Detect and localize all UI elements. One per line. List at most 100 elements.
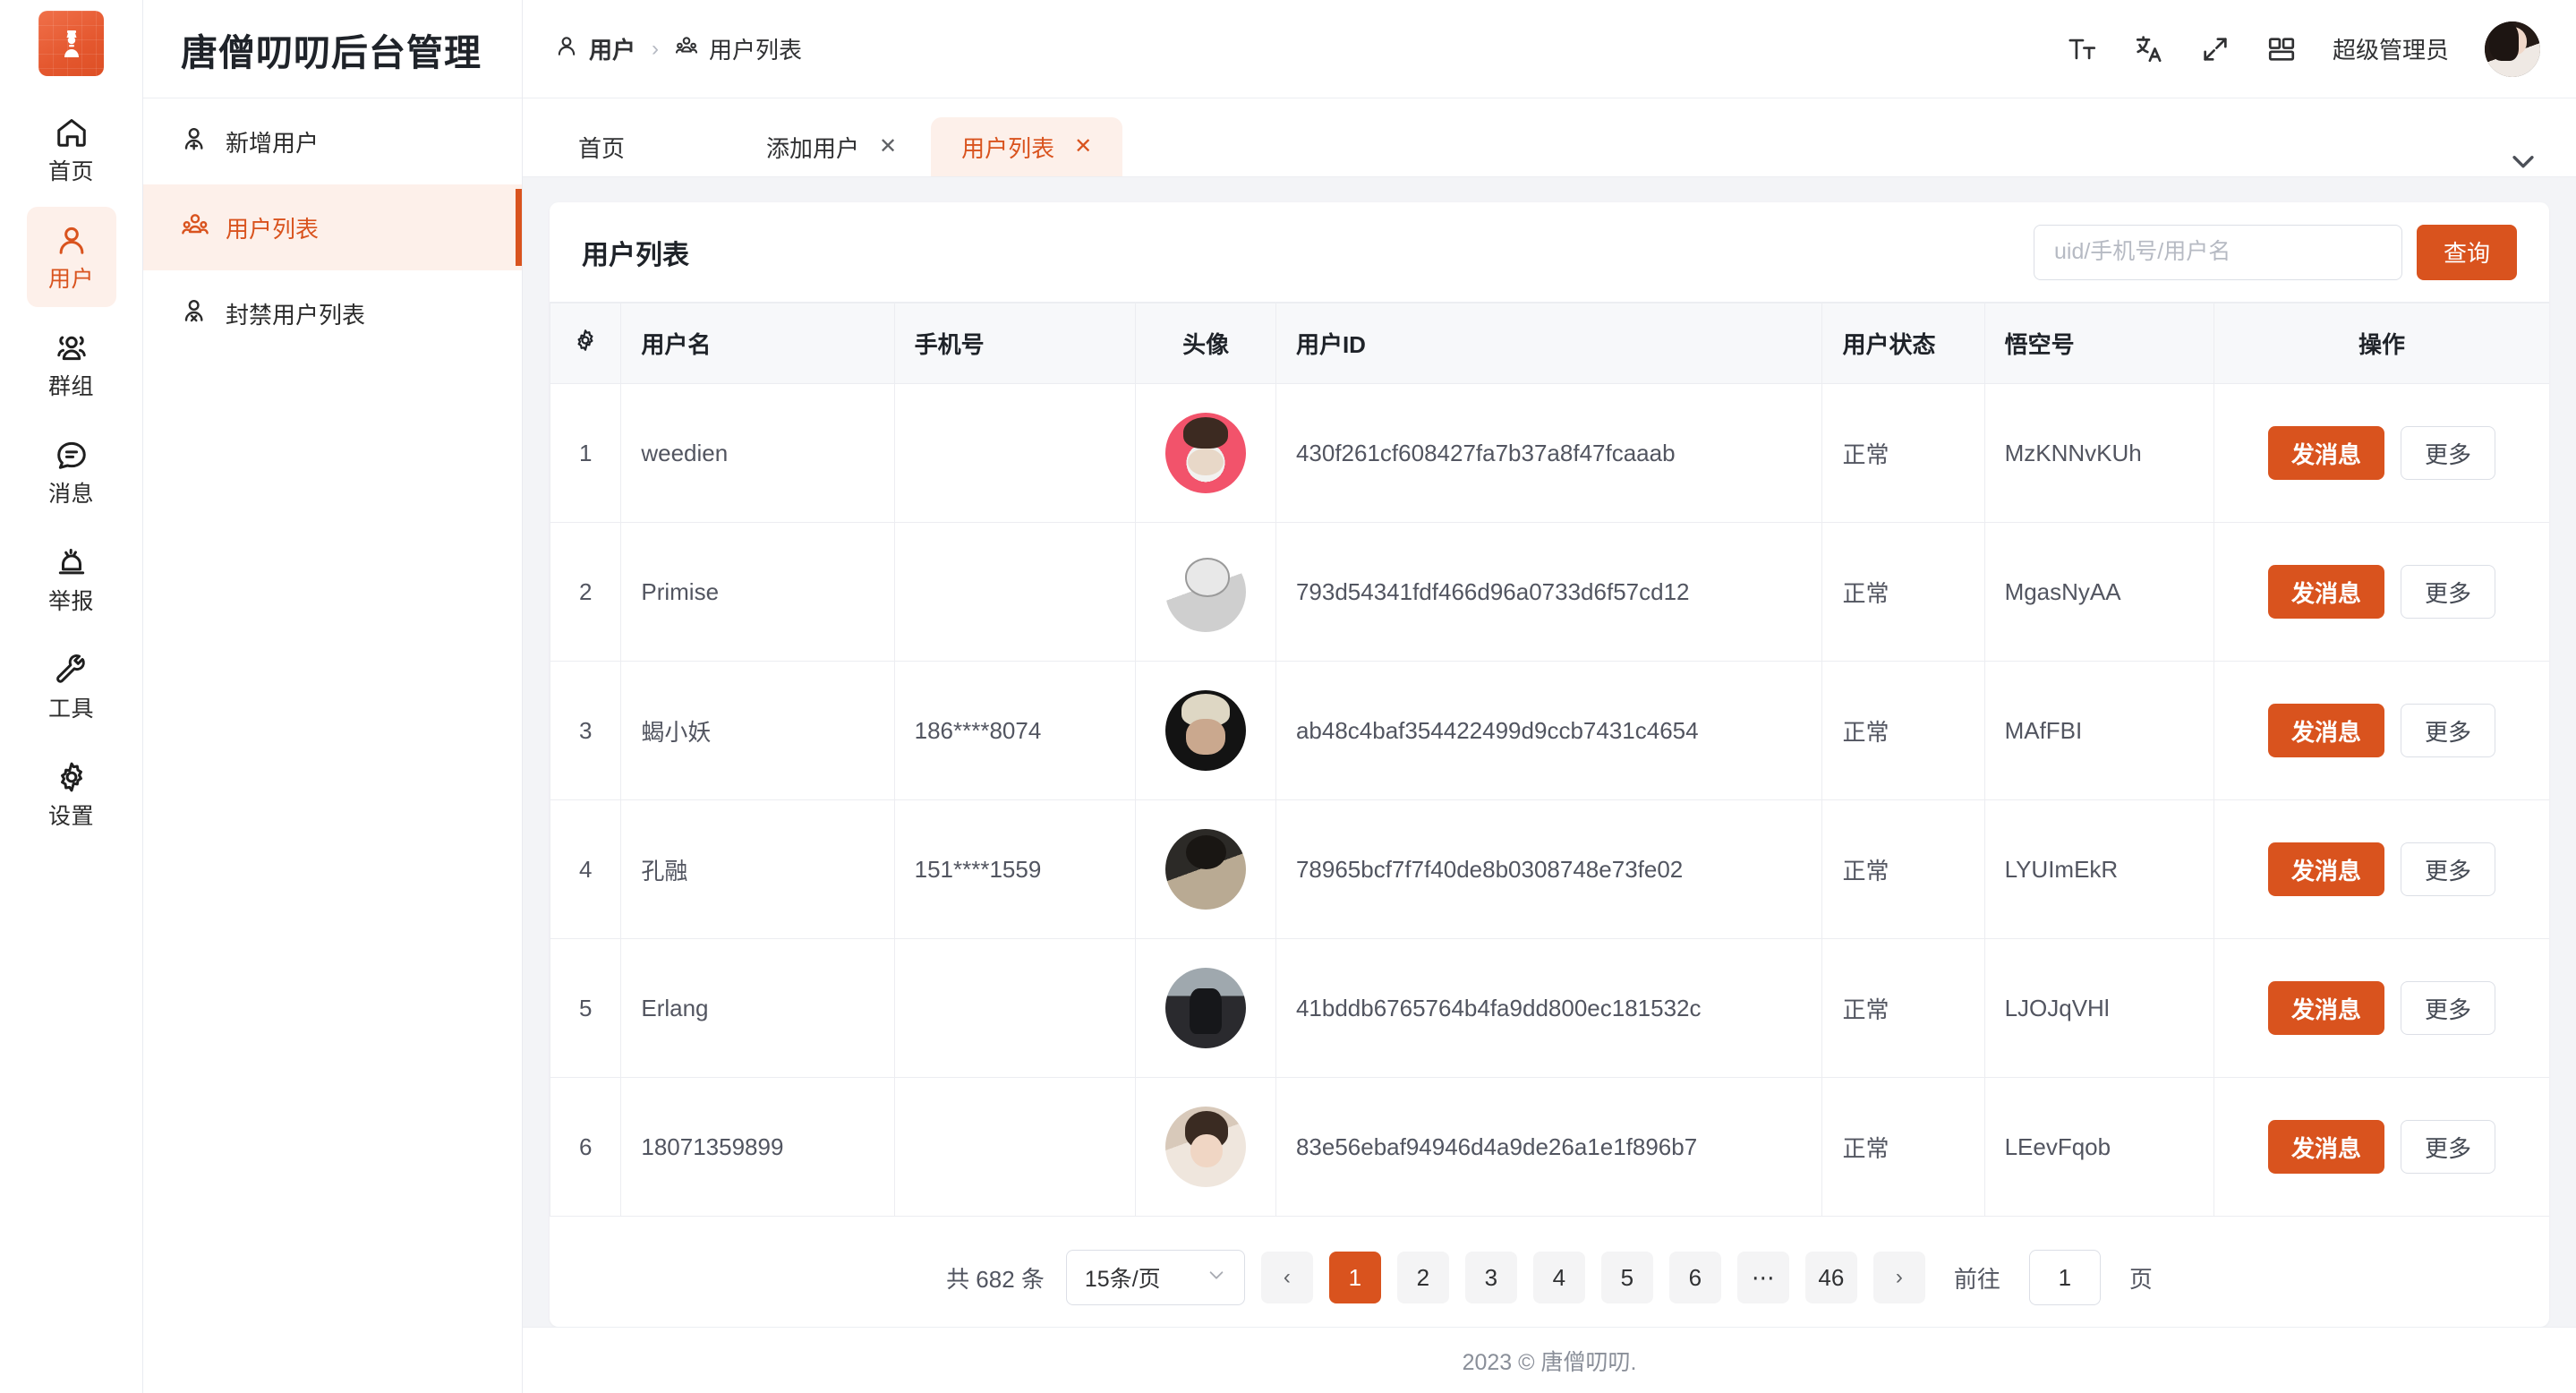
app-logo[interactable] [38,11,104,76]
column-header-phone[interactable]: 手机号 [894,303,1136,384]
table-row[interactable]: 3 蝎小妖 186****8074 ab48c4baf354422499d9cc… [550,662,2550,800]
sidebar-item-report[interactable]: 举报 [27,529,116,629]
more-button[interactable]: 更多 [2401,842,2495,896]
sidebar-item-tools[interactable]: 工具 [27,637,116,737]
sidebar-item-label: 群组 [48,376,94,398]
column-header-status[interactable]: 用户状态 [1822,303,1984,384]
page-button-1[interactable]: 1 [1329,1252,1381,1303]
submenu-item-banned-users[interactable]: 封禁用户列表 [143,270,522,356]
avatar[interactable] [2485,21,2540,77]
cell-phone [894,384,1136,523]
column-header-wukong[interactable]: 悟空号 [1984,303,2213,384]
cell-wukong: LJOJqVHl [1984,939,2213,1078]
send-message-button[interactable]: 发消息 [2268,565,2384,619]
sidebar-item-home[interactable]: 首页 [27,99,116,200]
cell-actions: 发消息 更多 [2213,939,2549,1078]
table-row[interactable]: 5 Erlang 41bddb6765764b4fa9dd800ec181532… [550,939,2550,1078]
cell-avatar [1136,1078,1276,1217]
more-button[interactable]: 更多 [2401,1120,2495,1174]
breadcrumb-item-user[interactable]: 用户 [555,32,635,65]
chevron-down-icon[interactable] [2508,146,2549,176]
send-message-button[interactable]: 发消息 [2268,842,2384,896]
breadcrumb-item-user-list[interactable]: 用户列表 [675,32,802,65]
goto-suffix-label: 页 [2129,1261,2153,1295]
send-message-button[interactable]: 发消息 [2268,704,2384,757]
top-header: 用户 › 用户列表 [523,0,2576,98]
page-button-5[interactable]: 5 [1601,1252,1653,1303]
table-row[interactable]: 4 孔融 151****1559 78965bcf7f7f40de8b03087… [550,800,2550,939]
page-button-6[interactable]: 6 [1669,1252,1721,1303]
prev-page-button[interactable]: ‹ [1261,1252,1313,1303]
page-button-4[interactable]: 4 [1533,1252,1585,1303]
message-icon [55,438,89,476]
tab-add-user[interactable]: 添加用户 ✕ [736,117,927,176]
cell-userid: 78965bcf7f7f40de8b0308748e73fe02 [1275,800,1822,939]
page-button-3[interactable]: 3 [1465,1252,1517,1303]
more-button[interactable]: 更多 [2401,981,2495,1035]
tab-bar: 首页 添加用户 ✕ 用户列表 ✕ [523,98,2576,177]
sidebar-item-settings[interactable]: 设置 [27,744,116,844]
table-row[interactable]: 2 Primise 793d54341fdf466d96a0733d6f57cd… [550,523,2550,662]
submenu-item-user-list[interactable]: 用户列表 [143,184,522,270]
font-size-icon[interactable] [2068,34,2098,64]
user-icon [55,223,89,261]
table-row[interactable]: 1 weedien 430f261cf608427fa7b37a8f47fcaa… [550,384,2550,523]
row-index: 6 [550,1078,621,1217]
close-icon[interactable]: ✕ [1074,136,1092,158]
close-icon[interactable]: ✕ [879,136,897,158]
table-container[interactable]: 用户名 手机号 头像 用户ID 用户状态 悟空号 操作 1 [550,303,2549,1228]
cell-actions: 发消息 更多 [2213,1078,2549,1217]
more-button[interactable]: 更多 [2401,565,2495,619]
gear-icon[interactable] [573,331,598,358]
content-area: 用户列表 查询 [523,177,2576,1327]
more-button[interactable]: 更多 [2401,704,2495,757]
column-header-userid[interactable]: 用户ID [1275,303,1822,384]
sidebar-item-group[interactable]: 群组 [27,314,116,414]
table-head: 用户名 手机号 头像 用户ID 用户状态 悟空号 操作 [550,303,2550,384]
submenu-item-add-user[interactable]: 新增用户 [143,98,522,184]
column-header-actions: 操作 [2213,303,2549,384]
page-size-select[interactable]: 15条/页 [1066,1250,1245,1305]
tab-home[interactable]: 首页 [548,117,732,176]
cell-username: 蝎小妖 [621,662,894,800]
page-size-value: 15条/页 [1085,1261,1161,1294]
search-button[interactable]: 查询 [2417,225,2517,280]
cell-wukong: MgasNyAA [1984,523,2213,662]
send-message-button[interactable]: 发消息 [2268,981,2384,1035]
user-list-card: 用户列表 查询 [550,202,2549,1327]
search-input[interactable] [2034,225,2402,280]
column-header-username[interactable]: 用户名 [621,303,894,384]
sidebar-item-user[interactable]: 用户 [27,207,116,307]
send-message-button[interactable]: 发消息 [2268,426,2384,480]
table-row[interactable]: 6 18071359899 83e56ebaf94946d4a9de26a1e1… [550,1078,2550,1217]
page-button-last[interactable]: 46 [1805,1252,1857,1303]
fullscreen-icon[interactable] [2200,34,2231,64]
cell-username: 孔融 [621,800,894,939]
cell-status: 正常 [1822,384,1984,523]
cell-avatar [1136,800,1276,939]
send-message-button[interactable]: 发消息 [2268,1120,2384,1174]
chevron-down-icon [1207,1265,1226,1291]
sidebar-item-label: 首页 [48,161,94,184]
row-index: 2 [550,523,621,662]
sidebar-item-message[interactable]: 消息 [27,422,116,522]
cell-actions: 发消息 更多 [2213,523,2549,662]
cell-wukong: MzKNNvKUh [1984,384,2213,523]
report-icon [55,545,89,584]
total-count-label: 共 682 条 [946,1261,1045,1295]
tab-user-list[interactable]: 用户列表 ✕ [931,117,1122,176]
cell-status: 正常 [1822,662,1984,800]
sidebar-item-label: 设置 [48,806,94,828]
cell-phone: 186****8074 [894,662,1136,800]
column-settings[interactable] [550,303,621,384]
page-ellipsis[interactable]: ⋯ [1737,1252,1789,1303]
page-title: 唐僧叨叨后台管理 [143,0,522,98]
column-header-avatar[interactable]: 头像 [1136,303,1276,384]
next-page-button[interactable]: › [1873,1252,1925,1303]
row-index: 5 [550,939,621,1078]
more-button[interactable]: 更多 [2401,426,2495,480]
translate-icon[interactable] [2134,34,2164,64]
page-button-2[interactable]: 2 [1397,1252,1449,1303]
layout-icon[interactable] [2266,34,2297,64]
goto-page-input[interactable] [2029,1250,2101,1305]
